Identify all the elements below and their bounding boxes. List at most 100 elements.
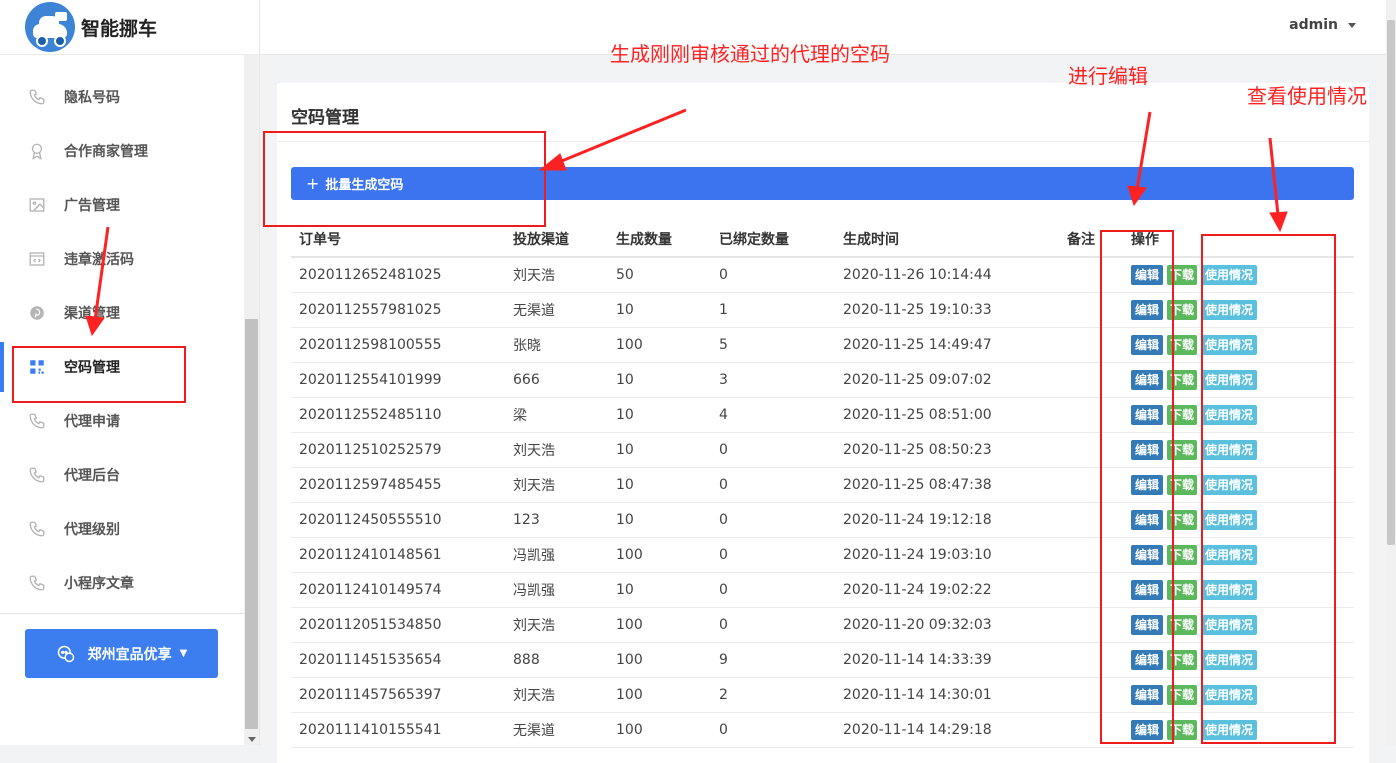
generated-qty-cell: 100 — [608, 642, 711, 678]
bound-qty-cell: 0 — [711, 502, 835, 538]
generated-qty-cell: 10 — [608, 362, 711, 398]
sidebar-item-agent-backend[interactable]: 代理后台 — [0, 448, 244, 502]
table-row: 2020112552485110 梁 10 4 2020-11-25 08:51:00 编… — [291, 397, 1354, 433]
user-menu[interactable]: admin — [1289, 17, 1356, 33]
sidebar-item-label: 代理申请 — [64, 414, 120, 430]
created-time-cell: 2020-11-20 09:32:03 — [835, 607, 1059, 643]
order-number-cell: 2020112557981025 — [291, 292, 505, 328]
generated-qty-cell: 10 — [608, 572, 711, 608]
sidebar-item-violation-code[interactable]: 违章激活码 — [0, 232, 244, 286]
sidebar-item-label: 代理后台 — [64, 468, 120, 484]
table-row: 2020112410149574 冯凯强 10 0 2020-11-24 19:02:2… — [291, 572, 1354, 608]
sidebar-scrollbar-thumb[interactable] — [245, 319, 258, 729]
scroll-down-icon[interactable] — [248, 737, 256, 742]
order-number-cell: 2020112598100555 — [291, 327, 505, 363]
phone-icon — [28, 574, 46, 592]
store-name: 郑州宜品优享 — [87, 646, 172, 663]
sidebar-item-ads[interactable]: 广告管理 — [0, 178, 244, 232]
channel-cell: 刘天浩 — [505, 257, 608, 293]
order-number-cell: 2020112597485455 — [291, 467, 505, 503]
created-time-cell: 2020-11-25 08:50:23 — [835, 432, 1059, 468]
bound-qty-cell: 0 — [711, 467, 835, 503]
created-time-cell: 2020-11-24 19:02:22 — [835, 572, 1059, 608]
sidebar-menu: 隐私号码 合作商家管理 广告管理 违章激活码 渠道管理 空码管理 代理申请 代理… — [0, 70, 244, 610]
generated-qty-cell: 100 — [608, 677, 711, 713]
channel-cell: 123 — [505, 502, 608, 538]
page-scrollbar-thumb[interactable] — [1387, 20, 1395, 545]
caret-down-icon — [1348, 22, 1356, 28]
created-time-cell: 2020-11-25 08:51:00 — [835, 397, 1059, 433]
annotation-box-edit — [1100, 230, 1174, 744]
table-row: 2020112510252579 刘天浩 10 0 2020-11-25 08:50:2… — [291, 432, 1354, 468]
channel-cell: 张晓 — [505, 327, 608, 363]
annotation-usage: 查看使用情况 — [1247, 84, 1367, 108]
table-row: 2020112051534850 刘天浩 100 0 2020-11-20 09:32:… — [291, 607, 1354, 643]
channel-cell: 888 — [505, 642, 608, 678]
created-time-cell: 2020-11-14 14:30:01 — [835, 677, 1059, 713]
page-title: 空码管理 — [291, 108, 359, 128]
generated-qty-cell: 10 — [608, 432, 711, 468]
page-scrollbar[interactable] — [1386, 0, 1396, 745]
sidebar-item-label: 隐私号码 — [64, 90, 120, 106]
annotation-box-usage — [1201, 234, 1336, 744]
pinterest-icon — [28, 304, 46, 322]
created-time-cell: 2020-11-14 14:33:39 — [835, 642, 1059, 678]
bound-qty-cell: 5 — [711, 327, 835, 363]
annotation-box-batch — [263, 131, 546, 227]
generated-qty-cell: 100 — [608, 607, 711, 643]
sidebar-item-channels[interactable]: 渠道管理 — [0, 286, 244, 340]
channel-cell: 梁 — [505, 397, 608, 433]
sidebar-item-partner-merchants[interactable]: 合作商家管理 — [0, 124, 244, 178]
table-row: 2020111451535654 888 100 9 2020-11-14 14:33:… — [291, 642, 1354, 678]
sidebar-item-label: 渠道管理 — [64, 306, 120, 322]
annotation-generate: 生成刚刚审核通过的代理的空码 — [610, 42, 890, 66]
table-row: 2020111410155541 无渠道 100 0 2020-11-14 14:29:… — [291, 712, 1354, 748]
channel-cell: 刘天浩 — [505, 467, 608, 503]
column-header: 生成数量 — [608, 221, 711, 258]
username: admin — [1289, 17, 1338, 33]
bound-qty-cell: 0 — [711, 432, 835, 468]
created-time-cell: 2020-11-25 14:49:47 — [835, 327, 1059, 363]
bound-qty-cell: 2 — [711, 677, 835, 713]
channel-cell: 无渠道 — [505, 712, 608, 748]
table-row: 2020112557981025 无渠道 10 1 2020-11-25 19:10:3… — [291, 292, 1354, 328]
generated-qty-cell: 100 — [608, 537, 711, 573]
bound-qty-cell: 0 — [711, 572, 835, 608]
sidebar-item-label: 代理级别 — [64, 522, 120, 538]
bound-qty-cell: 0 — [711, 712, 835, 748]
empty-code-table: 订单号 投放渠道 生成数量 已绑定数量 生成时间 备注 操作 202011265… — [291, 221, 1354, 748]
image-icon — [28, 196, 46, 214]
logo[interactable]: 智能挪车 — [0, 0, 259, 55]
column-header: 已绑定数量 — [711, 221, 835, 258]
order-number-cell: 2020112552485110 — [291, 397, 505, 433]
sidebar-item-miniapp-articles[interactable]: 小程序文章 — [0, 556, 244, 610]
sidebar-scrollbar[interactable] — [244, 54, 259, 745]
order-number-cell: 2020111410155541 — [291, 712, 505, 748]
created-time-cell: 2020-11-25 09:07:02 — [835, 362, 1059, 398]
order-number-cell: 2020112410149574 — [291, 572, 505, 608]
store-switch-button[interactable]: 郑州宜品优享 ▼ — [25, 629, 218, 678]
bound-qty-cell: 4 — [711, 397, 835, 433]
sidebar-divider — [0, 613, 244, 614]
created-time-cell: 2020-11-26 10:14:44 — [835, 257, 1059, 293]
app-title: 智能挪车 — [81, 18, 158, 40]
sidebar-item-agent-level[interactable]: 代理级别 — [0, 502, 244, 556]
table-row: 2020112652481025 刘天浩 50 0 2020-11-26 10:14:4… — [291, 257, 1354, 293]
order-number-cell: 2020111457565397 — [291, 677, 505, 713]
table-row: 2020112554101999 666 10 3 2020-11-25 09:07:0… — [291, 362, 1354, 398]
generated-qty-cell: 10 — [608, 292, 711, 328]
sidebar-item-label: 小程序文章 — [64, 576, 134, 592]
channel-cell: 刘天浩 — [505, 432, 608, 468]
bound-qty-cell: 0 — [711, 537, 835, 573]
sidebar-item-privacy-number[interactable]: 隐私号码 — [0, 70, 244, 124]
table-row: 2020112410148561 冯凯强 100 0 2020-11-24 19:03:… — [291, 537, 1354, 573]
channel-cell: 刘天浩 — [505, 607, 608, 643]
phone-icon — [28, 520, 46, 538]
sidebar-item-label: 合作商家管理 — [64, 144, 148, 160]
channel-cell: 刘天浩 — [505, 677, 608, 713]
store-chat-icon — [56, 644, 76, 664]
generated-qty-cell: 50 — [608, 257, 711, 293]
created-time-cell: 2020-11-14 14:29:18 — [835, 712, 1059, 748]
generated-qty-cell: 100 — [608, 712, 711, 748]
phone-icon — [28, 466, 46, 484]
